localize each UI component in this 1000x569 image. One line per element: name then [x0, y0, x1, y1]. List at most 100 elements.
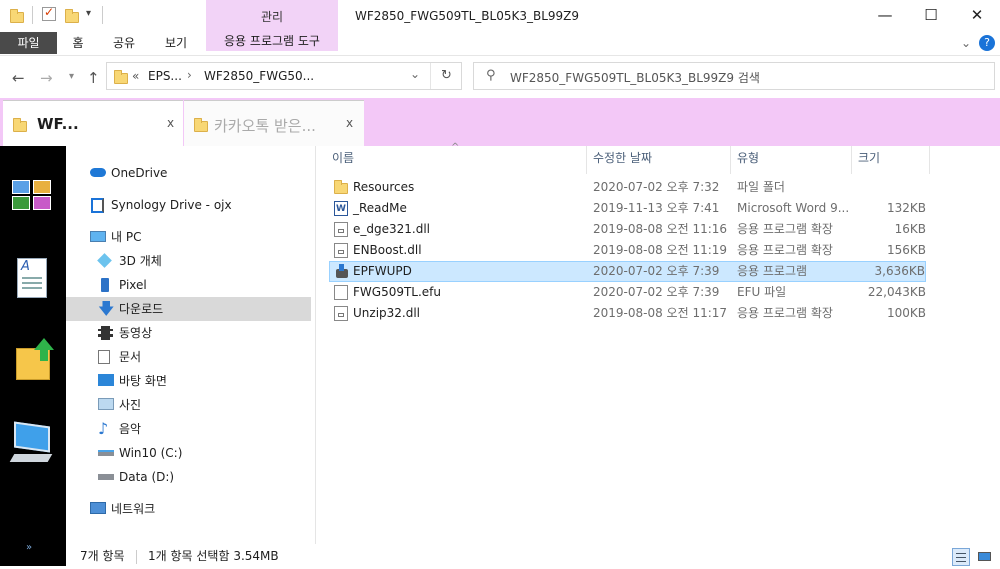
refresh-icon[interactable]: ↻: [441, 68, 452, 83]
nav-item-pixel[interactable]: Pixel: [66, 273, 311, 297]
ribbon-tabs: 파일 홈 공유 보기 응용 프로그램 도구 ⌄ ?: [0, 32, 1000, 56]
window-title: WF2850_FWG509TL_BL05K3_BL99Z9: [355, 9, 580, 23]
recent-locations-icon[interactable]: ▾: [69, 71, 74, 82]
tab-close-icon[interactable]: x: [346, 116, 353, 130]
file-date: 2020-07-02 오후 7:39: [593, 264, 720, 278]
column-header-date[interactable]: 수정한 날짜: [587, 146, 731, 174]
new-folder-icon[interactable]: [65, 8, 79, 23]
dock-expand-icon[interactable]: »: [26, 542, 32, 553]
close-button[interactable]: ✕: [954, 0, 1000, 32]
tab-share[interactable]: 공유: [104, 32, 144, 54]
column-header-name[interactable]: 이름: [326, 146, 587, 174]
selection-info: 1개 항목 선택함 3.54MB: [148, 549, 279, 563]
tab-close-icon[interactable]: x: [167, 116, 174, 130]
folder-icon: [334, 180, 348, 194]
navigation-pane: OneDrive Synology Drive - ojx 내 PC 3D 개체…: [66, 146, 316, 544]
forward-icon[interactable]: →: [40, 69, 53, 87]
nav-item-synology-drive[interactable]: Synology Drive - ojx: [66, 193, 311, 217]
file-list: ^ 이름 수정한 날짜 유형 크기 Resources 2020-07-02 오…: [316, 142, 1000, 544]
file-row[interactable]: Resources 2020-07-02 오후 7:32 파일 폴더: [329, 177, 926, 198]
breadcrumb-item[interactable]: EPS...: [148, 69, 182, 83]
document-icon[interactable]: A: [17, 258, 47, 298]
search-box[interactable]: ⚲ WF2850_FWG509TL_BL05K3_BL99Z9 검색: [473, 62, 995, 90]
details-view-icon[interactable]: [952, 548, 970, 566]
explorer-tab-active[interactable]: WF... x: [3, 100, 183, 146]
back-icon[interactable]: ←: [12, 69, 25, 87]
divider: [32, 6, 33, 24]
tab-view[interactable]: 보기: [156, 32, 196, 54]
large-icons-view-icon[interactable]: [976, 548, 994, 566]
file-name: Resources: [353, 180, 415, 194]
file-size: 100KB: [886, 306, 926, 320]
minimize-button[interactable]: —: [862, 0, 908, 32]
photo-gallery-icon[interactable]: [10, 178, 56, 214]
address-bar[interactable]: « EPS... › WF2850_FWG50... ⌄ ↻: [106, 62, 462, 90]
explorer-tab[interactable]: 카카오톡 받은... x: [184, 100, 364, 146]
tab-label: WF...: [37, 115, 79, 133]
side-dock: A »: [0, 146, 66, 566]
expand-ribbon-icon[interactable]: ⌄: [958, 32, 974, 54]
file-icon: [334, 285, 348, 300]
dll-icon: [334, 306, 348, 321]
manage-context-header: 관리: [206, 0, 338, 32]
nav-item-documents[interactable]: 문서: [66, 345, 311, 369]
file-row[interactable]: ENBoost.dll 2019-08-08 오전 11:19 응용 프로그램 …: [329, 240, 926, 261]
pictures-icon: [98, 398, 114, 410]
file-type: 응용 프로그램: [737, 264, 808, 278]
computer-icon[interactable]: [9, 421, 56, 466]
file-date: 2019-08-08 오전 11:17: [593, 306, 728, 320]
nav-item-downloads[interactable]: 🡇 다운로드: [66, 297, 311, 321]
file-size: 16KB: [894, 222, 926, 236]
nav-item-desktop[interactable]: 바탕 화면: [66, 369, 311, 393]
tab-application-tools[interactable]: 응용 프로그램 도구: [206, 32, 338, 51]
file-row[interactable]: Unzip32.dll 2019-08-08 오전 11:17 응용 프로그램 …: [329, 303, 926, 324]
nav-item-videos[interactable]: 동영상: [66, 321, 311, 345]
nav-item-onedrive[interactable]: OneDrive: [66, 161, 311, 185]
file-row[interactable]: W _ReadMe 2019-11-13 오후 7:41 Microsoft W…: [329, 198, 926, 219]
file-size: 132KB: [886, 201, 926, 215]
drive-d-icon: [98, 474, 114, 480]
maximize-button[interactable]: ☐: [908, 0, 954, 32]
breadcrumb-overflow[interactable]: «: [132, 69, 139, 83]
file-row-selected[interactable]: EPFWUPD 2020-07-02 오후 7:39 응용 프로그램 3,636…: [329, 261, 926, 282]
file-date: 2019-08-08 오전 11:16: [593, 222, 728, 236]
item-count: 7개 항목: [80, 549, 125, 563]
nav-item-drive-d[interactable]: Data (D:): [66, 465, 311, 489]
file-row[interactable]: FWG509TL.efu 2020-07-02 오후 7:39 EFU 파일 2…: [329, 282, 926, 303]
status-bar: 7개 항목 1개 항목 선택함 3.54MB: [66, 544, 1000, 569]
folder-upload-icon[interactable]: [16, 338, 54, 380]
navigation-row: ← → ▾ ↑ « EPS... › WF2850_FWG50... ⌄ ↻ ⚲…: [0, 56, 1000, 96]
divider: [430, 63, 431, 89]
synology-icon: [91, 198, 104, 213]
nav-item-music[interactable]: ♪ 음악: [66, 417, 311, 441]
download-icon: 🡇: [98, 299, 115, 318]
customize-quick-access-icon[interactable]: ▾: [86, 8, 91, 19]
column-header-type[interactable]: 유형: [731, 146, 852, 174]
properties-icon[interactable]: ✓: [42, 5, 56, 21]
file-name: _ReadMe: [353, 201, 407, 215]
file-name: FWG509TL.efu: [353, 285, 442, 299]
explorer-tab-strip: WF... x 카카오톡 받은... x: [0, 98, 1000, 146]
breadcrumb-item[interactable]: WF2850_FWG50...: [204, 69, 314, 83]
file-date: 2019-11-13 오후 7:41: [593, 201, 720, 215]
folder-icon: [114, 70, 128, 84]
file-date: 2020-07-02 오후 7:39: [593, 285, 720, 299]
file-type: 응용 프로그램 확장: [737, 306, 833, 320]
nav-item-this-pc[interactable]: 내 PC: [66, 225, 311, 249]
nav-item-drive-c[interactable]: Win10 (C:): [66, 441, 311, 465]
column-header-size[interactable]: 크기: [852, 146, 930, 174]
tab-home[interactable]: 홈: [60, 32, 96, 54]
breadcrumb-separator-icon: ›: [187, 68, 192, 82]
nav-item-pictures[interactable]: 사진: [66, 393, 311, 417]
folder-icon[interactable]: [10, 8, 24, 23]
search-icon: ⚲: [486, 68, 496, 83]
address-history-icon[interactable]: ⌄: [410, 67, 420, 81]
nav-item-network[interactable]: 네트워크: [66, 497, 311, 521]
tab-file[interactable]: 파일: [0, 32, 57, 54]
pc-icon: [90, 231, 106, 242]
nav-item-3d-objects[interactable]: 3D 개체: [66, 249, 311, 273]
up-icon[interactable]: ↑: [87, 69, 100, 87]
file-row[interactable]: e_dge321.dll 2019-08-08 오전 11:16 응용 프로그램…: [329, 219, 926, 240]
help-icon[interactable]: ?: [979, 35, 995, 51]
file-type: EFU 파일: [737, 285, 787, 299]
